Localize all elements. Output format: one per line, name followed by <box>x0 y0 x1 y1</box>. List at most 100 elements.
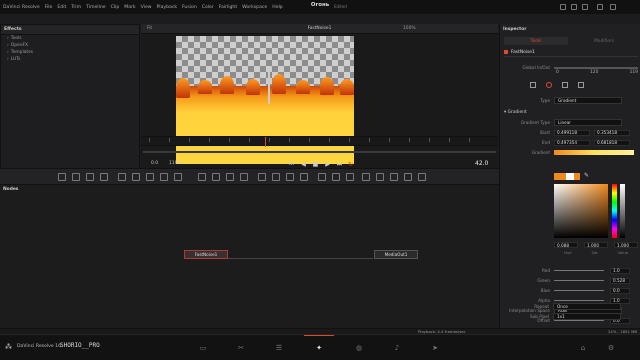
menu-davinci[interactable]: DaVinci Resolve <box>3 5 40 10</box>
effects-item-openfx[interactable]: › OpenFX <box>1 42 139 49</box>
inspector-toggle-icon[interactable] <box>597 4 603 10</box>
3d-image-icon[interactable] <box>404 173 412 181</box>
home-icon[interactable]: ⌂ <box>578 343 588 353</box>
emitter-tool-icon[interactable] <box>300 173 308 181</box>
start-frame[interactable]: 0.0 <box>151 161 158 166</box>
polygon-mask-icon[interactable] <box>226 173 234 181</box>
blue-slider[interactable] <box>554 290 604 291</box>
red-field[interactable]: 1.0 <box>610 267 630 274</box>
menu-workspace[interactable]: Workspace <box>242 5 267 10</box>
mediaout-node[interactable]: MediaOut1 <box>374 250 418 259</box>
effects-item-templates[interactable]: › Templates <box>1 49 139 56</box>
menu-fusion[interactable]: Fusion <box>182 5 197 10</box>
offset-slider[interactable] <box>554 320 604 321</box>
menu-fairlight[interactable]: Fairlight <box>219 5 237 10</box>
3d-camera-icon[interactable] <box>346 173 354 181</box>
3d-fog-icon[interactable] <box>418 173 426 181</box>
viewer-fit-dropdown[interactable]: Fit <box>147 26 152 31</box>
gradient-type-dropdown[interactable]: Linear <box>554 119 622 126</box>
settings-icon[interactable] <box>530 82 536 88</box>
menu-file[interactable]: File <box>45 5 53 10</box>
shape-tool-icon[interactable] <box>258 173 266 181</box>
3d-shape-icon[interactable] <box>318 173 326 181</box>
transform-tool-icon[interactable] <box>118 173 126 181</box>
end-frame[interactable]: 119.0 <box>169 161 182 166</box>
menu-clip[interactable]: Clip <box>111 5 120 10</box>
hue-slider[interactable] <box>612 184 617 238</box>
eyedropper-icon[interactable]: ✎ <box>584 172 589 179</box>
green-slider[interactable] <box>554 280 604 281</box>
menu-view[interactable]: View <box>141 5 152 10</box>
value-field[interactable]: 1.000 <box>614 242 638 248</box>
menu-help[interactable]: Help <box>272 5 282 10</box>
ellipse-mask-icon[interactable] <box>212 173 220 181</box>
settings-icon[interactable] <box>610 4 616 10</box>
bspline-mask-icon[interactable] <box>240 173 248 181</box>
gradient-section-header[interactable]: ▾ Gradient <box>504 110 527 115</box>
repeat-dropdown[interactable]: Once <box>553 303 621 310</box>
matte-tool-icon[interactable] <box>174 173 182 181</box>
menu-trim[interactable]: Trim <box>71 5 81 10</box>
alpha-value-slider[interactable] <box>554 300 604 301</box>
merge-tool-icon[interactable] <box>100 173 108 181</box>
menu-color[interactable]: Color <box>202 5 214 10</box>
green-field[interactable]: 0.528 <box>610 277 630 284</box>
fairlight-page-icon[interactable]: ♪ <box>392 343 402 353</box>
media-page-icon[interactable]: ▭ <box>198 343 208 353</box>
color-tool-icon[interactable] <box>146 173 154 181</box>
tab-modifiers[interactable]: Modifiers <box>572 37 636 45</box>
deliver-page-icon[interactable]: ➤ <box>430 343 440 353</box>
tab-tools[interactable]: Tools <box>504 37 568 45</box>
nodes-panel[interactable]: Nodes FastNoise1 MediaOut1 <box>0 185 498 328</box>
global-out[interactable]: 119 <box>630 70 638 75</box>
fusion-page-icon[interactable]: ✦ <box>314 343 324 353</box>
background-tool-icon[interactable] <box>58 173 66 181</box>
blue-field[interactable]: 0.0 <box>610 287 630 294</box>
current-frame[interactable]: 42.0 <box>475 160 488 167</box>
viewer-zoom-dropdown[interactable]: 100% <box>403 26 416 31</box>
alpha-slider[interactable] <box>620 184 625 238</box>
color-icon[interactable] <box>546 82 552 88</box>
menu-playback[interactable]: Playback <box>157 5 178 10</box>
particle-tool-icon[interactable] <box>286 173 294 181</box>
subpixel-dropdown[interactable]: 1x1 <box>553 313 621 320</box>
fastnoise-node[interactable]: FastNoise1 <box>184 250 228 259</box>
triangle-tool-icon[interactable] <box>272 173 280 181</box>
menu-edit[interactable]: Edit <box>57 5 66 10</box>
color-picker-square[interactable] <box>554 184 608 238</box>
3d-light-icon[interactable] <box>376 173 384 181</box>
global-inout-slider[interactable] <box>554 66 638 69</box>
split-icon[interactable] <box>571 4 577 10</box>
menu-timeline[interactable]: Timeline <box>86 5 106 10</box>
view-icon[interactable] <box>582 4 588 10</box>
end-y-field[interactable]: 0.681818 <box>594 139 630 146</box>
effects-item-tools[interactable]: › Tools <box>1 35 139 42</box>
effects-item-luts[interactable]: › LUTs <box>1 56 139 63</box>
3d-render-icon[interactable] <box>390 173 398 181</box>
settings-gear-icon[interactable]: ⚙ <box>606 343 616 353</box>
end-x-field[interactable]: 0.497354 <box>554 139 590 146</box>
scrub-bar[interactable] <box>143 151 496 153</box>
tool-header[interactable]: FastNoise1 <box>504 48 638 57</box>
start-y-field[interactable]: 0.353418 <box>594 129 630 136</box>
hue-field[interactable]: 0.088 <box>554 242 578 248</box>
menu-mark[interactable]: Mark <box>124 5 135 10</box>
playhead[interactable] <box>265 137 266 147</box>
clips-icon[interactable] <box>560 4 566 10</box>
sat-field[interactable]: 1.000 <box>584 242 608 248</box>
gradient-bar[interactable] <box>554 150 634 155</box>
cut-page-icon[interactable]: ✂ <box>236 343 246 353</box>
image-icon[interactable] <box>562 82 568 88</box>
red-slider[interactable] <box>554 270 604 271</box>
blur-tool-icon[interactable] <box>132 173 140 181</box>
gear-icon[interactable] <box>578 82 584 88</box>
time-ruler[interactable] <box>141 136 498 147</box>
edit-page-icon[interactable]: ☰ <box>274 343 284 353</box>
3d-text-icon[interactable] <box>332 173 340 181</box>
rectangle-mask-icon[interactable] <box>198 173 206 181</box>
text-tool-icon[interactable] <box>86 173 94 181</box>
gradient-handle[interactable] <box>268 72 270 104</box>
global-in[interactable]: 0 <box>556 70 559 75</box>
paint-tool-icon[interactable] <box>72 173 80 181</box>
color-page-icon[interactable]: ◍ <box>354 343 364 353</box>
